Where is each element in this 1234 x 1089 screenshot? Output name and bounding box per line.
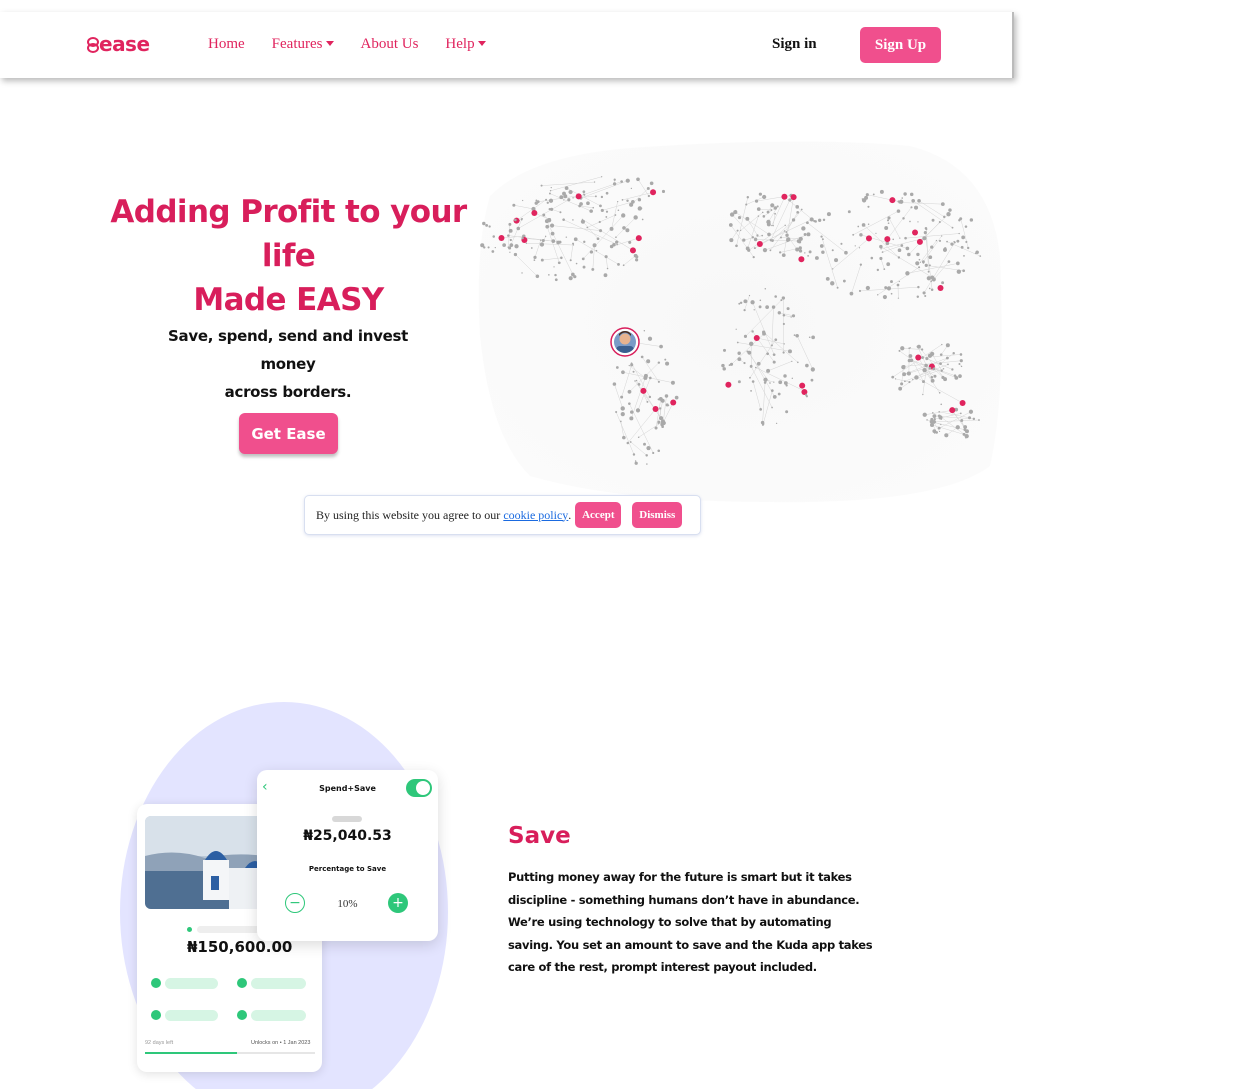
cookie-policy-link[interactable]: cookie policy	[503, 508, 568, 523]
hero-title-line2: Made EASY	[193, 282, 384, 318]
hero-title: Adding Profit to your life Made EASY	[96, 190, 481, 322]
nav-links: Home Features About Us Help	[208, 36, 513, 53]
cookie-banner: By using this website you agree to our c…	[304, 495, 701, 535]
nav-link-label: Features	[271, 36, 323, 52]
nav-link-label: About Us	[360, 36, 419, 52]
spend-save-toggle[interactable]	[406, 779, 432, 797]
logo-icon	[86, 37, 99, 53]
accept-button[interactable]: Accept	[575, 502, 622, 528]
avatar-pin	[610, 327, 640, 357]
item-dot-icon	[151, 978, 161, 988]
item-dot-icon	[151, 1010, 161, 1020]
progress-fill	[145, 1052, 237, 1054]
save-description: Putting money away for the future is sma…	[508, 870, 873, 974]
santorini-photo	[145, 816, 265, 909]
caret-down-icon	[325, 40, 334, 46]
percentage-label: Percentage to Save	[308, 865, 387, 873]
get-ease-button[interactable]: Get Ease	[239, 413, 338, 454]
percentage-value: 10%	[337, 898, 358, 910]
nav-link-label: Home	[208, 36, 245, 52]
nav-link-home[interactable]: Home	[208, 36, 245, 53]
placeholder-pill	[251, 1010, 306, 1021]
nav-link-label: Help	[445, 36, 475, 52]
hero-subtitle-line2: across borders.	[224, 383, 352, 401]
world-map-illustration	[478, 141, 1002, 503]
placeholder-pill	[165, 978, 218, 989]
item-dot-icon	[237, 978, 247, 988]
nav-link-features[interactable]: Features	[272, 36, 334, 53]
sign-in-link[interactable]: Sign in	[772, 36, 817, 53]
placeholder-pill	[251, 978, 306, 989]
sign-up-button[interactable]: Sign Up	[860, 27, 941, 63]
hero-subtitle-line1: Save, spend, send and invest money	[168, 327, 408, 373]
save-heading: Save	[508, 823, 571, 849]
days-left-text: 92 days left	[145, 1040, 174, 1046]
logo-text: ease	[99, 32, 150, 56]
status-dot-icon	[187, 927, 192, 932]
plus-button[interactable]: +	[388, 893, 408, 913]
caret-down-icon	[477, 40, 486, 46]
card-amount: ₦25,040.53	[303, 828, 392, 844]
cookie-text: By using this website you agree to our	[316, 507, 501, 522]
hero-title-line1: Adding Profit to your life	[110, 194, 467, 274]
cookie-period: .	[568, 507, 572, 522]
dismiss-button[interactable]: Dismiss	[632, 502, 683, 528]
unlock-date-text: Unlocks on • 1 Jan 2023	[251, 1040, 311, 1046]
hero-subtitle: Save, spend, send and invest money acros…	[140, 322, 436, 406]
placeholder-bar	[332, 816, 362, 822]
logo[interactable]: ease	[86, 34, 150, 54]
placeholder-pill	[165, 1010, 218, 1021]
spend-save-card: ‹ Spend+Save ₦25,040.53 Percentage to Sa…	[257, 770, 438, 941]
item-dot-icon	[237, 1010, 247, 1020]
navbar: ease Home Features About Us Help Sign in…	[0, 12, 1014, 78]
nav-link-help[interactable]: Help	[445, 36, 486, 53]
nav-link-about-us[interactable]: About Us	[361, 36, 419, 53]
